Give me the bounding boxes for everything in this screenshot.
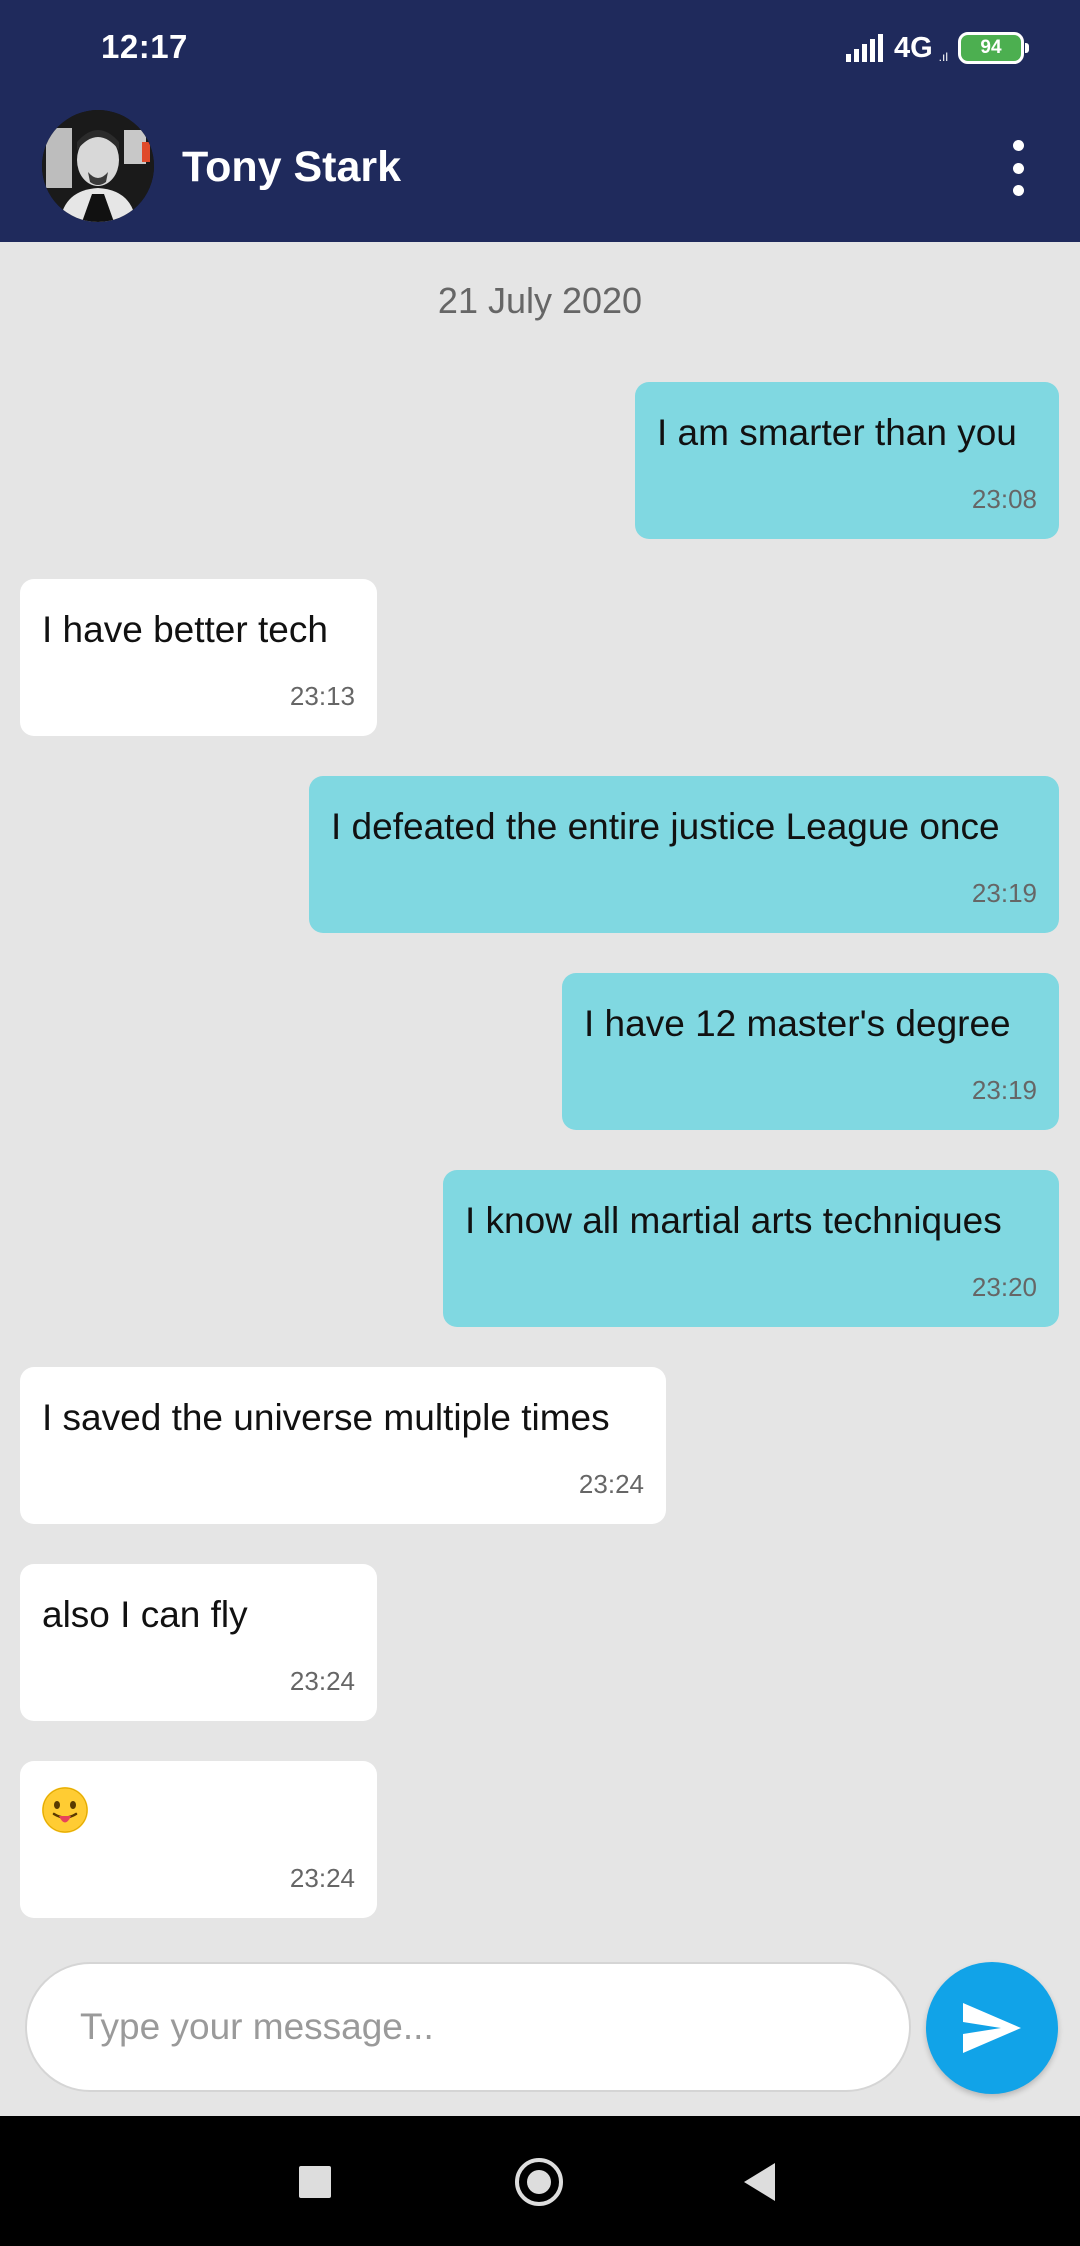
status-icons: 4G .ıl 94 [845,28,1029,68]
contact-avatar[interactable] [42,110,154,222]
message-text: I am smarter than you [657,412,1017,453]
contact-name[interactable]: Tony Stark [182,143,401,192]
message-text: I have better tech [42,609,328,650]
message-time: 23:24 [289,1863,355,1893]
message-time: 23:24 [289,1666,355,1696]
status-time: 12:17 [101,28,188,65]
message-time: 23:20 [971,1272,1037,1302]
send-button[interactable] [926,1962,1058,2094]
message-time: 23:13 [289,681,355,711]
message-sent[interactable]: I defeated the entire justice League onc… [309,776,1059,933]
recent-apps-icon[interactable] [299,2166,331,2198]
message-received[interactable]: also I can fly 23:24 [20,1564,377,1721]
send-icon [963,2003,1021,2053]
network-activity-icon: .ıl [938,50,948,64]
message-text: I know all martial arts techniques [465,1200,1002,1241]
message-received[interactable]: I saved the universe multiple times 23:2… [20,1367,666,1524]
date-separator: 21 July 2020 [437,280,643,321]
message-time: 23:19 [971,1075,1037,1105]
message-sent[interactable]: I know all martial arts techniques 23:20 [443,1170,1059,1327]
message-text: I have 12 master's degree [584,1003,1011,1044]
message-input[interactable] [25,1962,911,2092]
avatar-photo [42,110,154,222]
battery-icon: 94 [958,32,1029,64]
message-sent[interactable]: I have 12 master's degree 23:19 [562,973,1059,1130]
message-text: I saved the universe multiple times [42,1397,610,1438]
more-vertical-icon[interactable] [1000,140,1036,196]
message-received[interactable]: I have better tech 23:13 [20,579,377,736]
message-received[interactable]: 23:24 [20,1761,377,1918]
message-time: 23:19 [971,878,1037,908]
message-time: 23:24 [578,1469,644,1499]
message-time: 23:08 [971,484,1037,514]
message-text: I defeated the entire justice League onc… [331,806,1000,847]
message-text: also I can fly [42,1594,248,1635]
tongue-out-emoji [42,1787,88,1833]
battery-level: 94 [980,37,1002,58]
message-sent[interactable]: I am smarter than you 23:08 [635,382,1059,539]
app-header: 12:17 4G .ıl 94 Tony Stark [0,0,1080,242]
back-icon[interactable] [744,2163,775,2201]
message-emoji [42,1787,88,1846]
signal-icon [845,34,886,62]
home-icon[interactable] [515,2158,563,2206]
network-type: 4G [893,31,933,64]
